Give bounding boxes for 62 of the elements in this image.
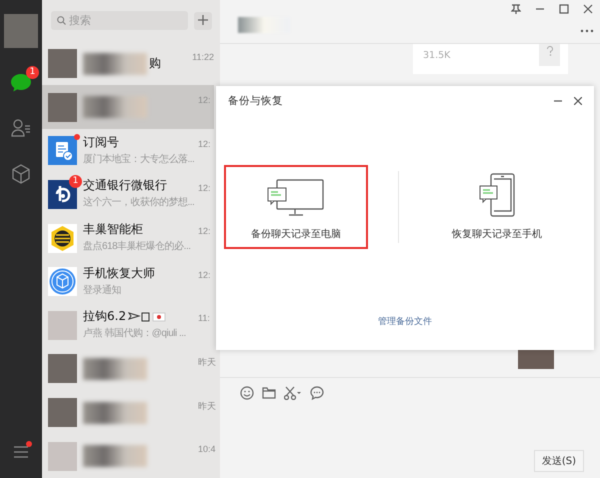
blurred-name bbox=[83, 445, 147, 468]
blurred-name bbox=[83, 402, 147, 424]
avatar-photo-placeholder bbox=[48, 92, 77, 122]
computer-chat-icon bbox=[267, 179, 325, 217]
file-size: 31.5K bbox=[423, 50, 450, 63]
chat-name: 丰巢智能柜 bbox=[83, 222, 143, 238]
chat-name: 拉钩6.2 bbox=[83, 309, 126, 324]
chat-list-item[interactable]: 丰巢智能柜 盘点618丰巢柜爆仓的必... 12: bbox=[42, 216, 214, 260]
sidebar-tab[interactable]: 1 bbox=[3, 66, 39, 98]
emoji-icon[interactable] bbox=[240, 386, 254, 400]
message-time: 12: bbox=[198, 268, 212, 281]
dialog-title: 备份与恢复 bbox=[228, 94, 283, 108]
message-time: 10:4 bbox=[198, 443, 214, 456]
chat-name: 订阅号 bbox=[83, 134, 119, 150]
chat-name: 购 bbox=[149, 56, 161, 72]
chat-list-item[interactable]: 1 交通银行微银行 这个六一，收获你的梦想... 12: bbox=[42, 172, 214, 216]
unread-badge: 1 bbox=[69, 174, 82, 188]
send-button[interactable]: 发送(S) bbox=[534, 450, 584, 472]
manage-backups-link[interactable]: 管理备份文件 bbox=[378, 315, 432, 328]
group-avatar-placeholder bbox=[48, 310, 77, 340]
message-time: 12: bbox=[198, 138, 212, 150]
folder-icon[interactable] bbox=[262, 387, 276, 399]
cube-icon bbox=[12, 164, 30, 184]
chat-bubble-icon[interactable] bbox=[310, 386, 324, 400]
message-time: 12: bbox=[198, 225, 212, 238]
message-time: 11: bbox=[198, 312, 211, 324]
unread-badge: 1 bbox=[26, 66, 39, 79]
chat-list-item[interactable]: 拉钩6.2 卢燕 韩国代购：@qiuli ... 11: bbox=[42, 303, 214, 348]
message-preview: 登录通知 bbox=[83, 284, 122, 298]
chat-icon bbox=[10, 72, 32, 92]
group-avatar-placeholder bbox=[48, 442, 77, 471]
chat-name: 交通银行微银行 bbox=[83, 178, 167, 194]
message-time: 11:22 bbox=[192, 50, 215, 63]
image-message-placeholder[interactable] bbox=[518, 349, 554, 369]
backup-option[interactable]: 备份聊天记录至电脑 bbox=[224, 165, 368, 249]
search-icon bbox=[57, 16, 66, 26]
scissors-icon[interactable] bbox=[284, 386, 302, 400]
contacts-icon bbox=[11, 119, 31, 137]
avatar-photo-placeholder bbox=[48, 49, 77, 78]
avatar-photo-placeholder bbox=[48, 398, 77, 428]
chat-list-item[interactable]: 订阅号 厦门本地宝：大专怎么落... 12: bbox=[42, 128, 214, 173]
emoji-icons-drawing bbox=[128, 310, 168, 323]
message-preview: 盘点618丰巢柜爆仓的必... bbox=[83, 240, 192, 254]
message-preview: 厦门本地宝：大专怎么落... bbox=[83, 152, 192, 167]
chat-name: 手机恢复大师 bbox=[83, 266, 155, 281]
blurred-name bbox=[83, 358, 147, 380]
chat-list-item[interactable]: 购 11:22 bbox=[42, 42, 220, 86]
plus-icon bbox=[198, 14, 208, 25]
message-time: 昨天 bbox=[198, 400, 214, 412]
blurred-name bbox=[83, 96, 147, 118]
chat-list-item[interactable]: 手机恢复大师 登录通知 12: bbox=[42, 260, 214, 304]
avatar-photo-placeholder bbox=[48, 354, 77, 384]
message-preview: 卢燕 韩国代购：@qiuli ... bbox=[83, 327, 187, 342]
search-field[interactable]: 搜索 bbox=[51, 11, 188, 30]
blurred-name bbox=[83, 52, 147, 75]
message-time: 12: bbox=[198, 94, 212, 106]
message-time: 12: bbox=[198, 182, 212, 194]
phone-chat-icon bbox=[479, 173, 515, 217]
message-preview: 这个六一，收获你的梦想... bbox=[83, 196, 192, 210]
box-logo-icon bbox=[48, 267, 77, 296]
message-time: 昨天 bbox=[198, 356, 214, 368]
add-button[interactable] bbox=[194, 12, 212, 30]
